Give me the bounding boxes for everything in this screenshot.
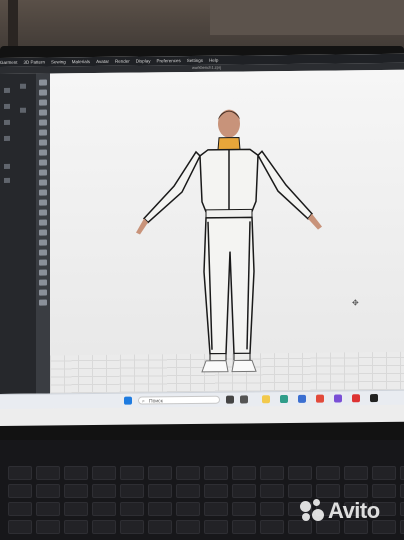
panel-tool-icon[interactable]: [20, 83, 26, 89]
file-name: workbench1.zprj: [192, 64, 222, 70]
topstitch-tool-icon[interactable]: [39, 199, 47, 206]
panel-tool-icon[interactable]: [4, 103, 10, 109]
jacket-right-sleeve: [257, 150, 313, 220]
edge-icon[interactable]: [280, 394, 288, 404]
rotate-tool-icon[interactable]: [39, 99, 47, 106]
avito-watermark-text: Avito: [328, 498, 380, 523]
menu-item-materials[interactable]: Materials: [72, 59, 90, 64]
left-sneaker: [201, 360, 229, 373]
search-icon: ⌕: [142, 398, 145, 405]
menu-item-avatar[interactable]: Avatar: [96, 59, 109, 64]
line-tool-icon[interactable]: [39, 249, 47, 256]
avatar-in-tracksuit[interactable]: [130, 91, 330, 393]
button-tool-icon[interactable]: [39, 169, 47, 176]
avatar-left-hand: [136, 218, 148, 235]
puckering-tool-icon[interactable]: [39, 189, 47, 196]
right-sneaker: [231, 359, 257, 373]
panel-tool-icon[interactable]: [4, 163, 10, 169]
grid-tool-icon[interactable]: [39, 289, 47, 296]
panel-tool-icon[interactable]: [4, 177, 10, 183]
move-tool-icon[interactable]: [39, 89, 47, 96]
menu-item-sewing[interactable]: Sewing: [51, 59, 66, 64]
app-icon[interactable]: [352, 394, 360, 403]
pin-tool-icon[interactable]: [39, 119, 47, 126]
taskbar-search-placeholder: Поиск: [149, 398, 163, 405]
task-view-icon[interactable]: [226, 395, 234, 404]
menu-item-preferences[interactable]: Preferences: [157, 58, 181, 63]
cursor-icon: ✥: [352, 298, 359, 308]
arrangement-tool-icon[interactable]: [39, 219, 47, 226]
pants-left-cuff: [209, 353, 227, 362]
windows-start-icon[interactable]: [124, 396, 132, 405]
tack-tool-icon[interactable]: [39, 109, 47, 116]
laptop-screen: Garment 3D Pattern Sewing Materials Avat…: [0, 53, 404, 427]
fold-tool-icon[interactable]: [39, 129, 47, 136]
layer-tool-icon[interactable]: [39, 299, 47, 306]
taskbar-search[interactable]: ⌕ Поиск: [138, 395, 220, 405]
windows-taskbar: ⌕ Поиск: [0, 389, 404, 409]
keyboard: [0, 440, 404, 540]
jacket-collar: [217, 136, 241, 151]
left-tool-panel: [0, 73, 36, 395]
key-row: [8, 466, 404, 480]
panel-tool-icon[interactable]: [20, 107, 26, 113]
simulation-tool-icon[interactable]: [39, 229, 47, 236]
3d-viewport[interactable]: ✥: [50, 69, 404, 394]
zipper-tool-icon[interactable]: [39, 179, 47, 186]
snap-tool-icon[interactable]: [39, 279, 47, 286]
file-explorer-icon[interactable]: [262, 395, 270, 404]
brush-tool-icon[interactable]: [39, 259, 47, 266]
avito-watermark: Avito: [300, 498, 380, 524]
menu-item-help[interactable]: Help: [209, 58, 218, 63]
yandex-icon[interactable]: [316, 394, 324, 403]
menu-item-display[interactable]: Display: [136, 58, 151, 63]
menu-item-render[interactable]: Render: [115, 59, 130, 64]
clo3d-icon[interactable]: [370, 394, 378, 403]
avatar-tool-icon[interactable]: [39, 209, 47, 216]
graphic-tool-icon[interactable]: [39, 159, 47, 166]
widgets-icon[interactable]: [240, 395, 248, 404]
menu-item-settings[interactable]: Settings: [187, 58, 203, 63]
app-icon[interactable]: [334, 394, 342, 403]
panel-tool-icon[interactable]: [4, 135, 10, 141]
pole: [8, 0, 18, 52]
panel-tool-icon[interactable]: [4, 119, 10, 125]
camera-tool-icon[interactable]: [39, 269, 47, 276]
texture-tool-icon[interactable]: [39, 149, 47, 156]
avito-logo-icon: [300, 499, 324, 523]
pants-right-cuff: [233, 352, 251, 362]
menu-item-garment[interactable]: Garment: [0, 60, 18, 65]
measure-tool-icon[interactable]: [39, 139, 47, 146]
select-tool-icon[interactable]: [39, 79, 47, 86]
3d-toolbar: [36, 73, 50, 394]
pants-waistband: [205, 208, 253, 219]
menu-item-3d-pattern[interactable]: 3D Pattern: [24, 60, 46, 65]
shelf: [210, 0, 404, 35]
key-row: [8, 484, 404, 498]
tape-tool-icon[interactable]: [39, 239, 47, 246]
panel-tool-icon[interactable]: [4, 87, 10, 93]
mail-icon[interactable]: [298, 394, 306, 403]
jacket-left-sleeve: [142, 150, 201, 224]
